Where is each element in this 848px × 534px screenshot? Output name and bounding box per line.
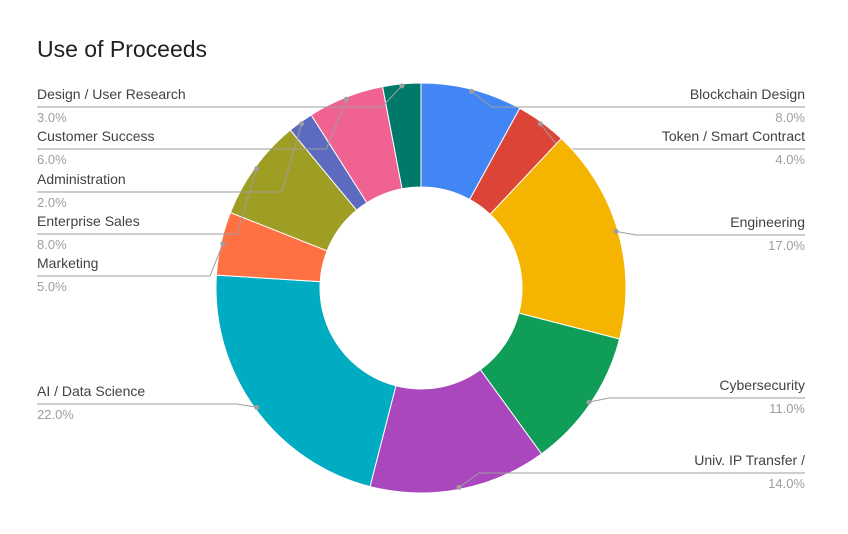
value-label-administration: 2.0% (37, 195, 67, 210)
label-univ-ip-transfer: Univ. IP Transfer / (694, 452, 805, 468)
value-label-cybersecurity: 11.0% (769, 401, 805, 416)
label-blockchain-design: Blockchain Design (690, 86, 805, 102)
leader-dot-marketing (220, 241, 226, 247)
leader-dot-cybersecurity (586, 399, 592, 405)
label-engineering: Engineering (730, 214, 805, 230)
value-label-marketing: 5.0% (37, 279, 67, 294)
label-ai-data-science: AI / Data Science (37, 383, 145, 399)
leader-dot-univ-ip-transfer (456, 484, 462, 490)
leader-dot-ai-data-science (254, 404, 260, 410)
value-label-blockchain-design: 8.0% (775, 110, 805, 125)
leader-dot-customer-success (343, 96, 349, 102)
donut-chart: Blockchain Design 8.0% Token / Smart Contr… (37, 82, 805, 494)
leader-dot-engineering (613, 228, 619, 234)
value-label-design-user-research: 3.0% (37, 110, 67, 125)
leader-dot-administration (299, 121, 305, 127)
value-label-engineering: 17.0% (768, 238, 805, 253)
label-enterprise-sales: Enterprise Sales (37, 213, 140, 229)
value-label-customer-success: 6.0% (37, 152, 67, 167)
label-customer-success: Customer Success (37, 128, 154, 144)
label-cybersecurity: Cybersecurity (719, 377, 805, 393)
leader-dot-enterprise-sales (254, 166, 260, 172)
value-label-enterprise-sales: 8.0% (37, 237, 67, 252)
label-design-user-research: Design / User Research (37, 86, 186, 102)
label-marketing: Marketing (37, 255, 98, 271)
slice-ai-data-science (215, 274, 397, 488)
leader-line-engineering (615, 230, 805, 236)
value-label-token-smart-contract: 4.0% (775, 152, 805, 167)
leader-dot-blockchain-design (468, 88, 474, 94)
value-label-ai-data-science: 22.0% (37, 407, 74, 422)
label-administration: Administration (37, 171, 126, 187)
value-label-univ-ip-transfer: 14.0% (768, 476, 805, 491)
leader-dot-token-smart-contract (537, 121, 543, 127)
leader-line-univ-ip-transfer (458, 472, 805, 488)
leader-dot-design-user-research (399, 83, 405, 89)
label-token-smart-contract: Token / Smart Contract (662, 128, 805, 144)
